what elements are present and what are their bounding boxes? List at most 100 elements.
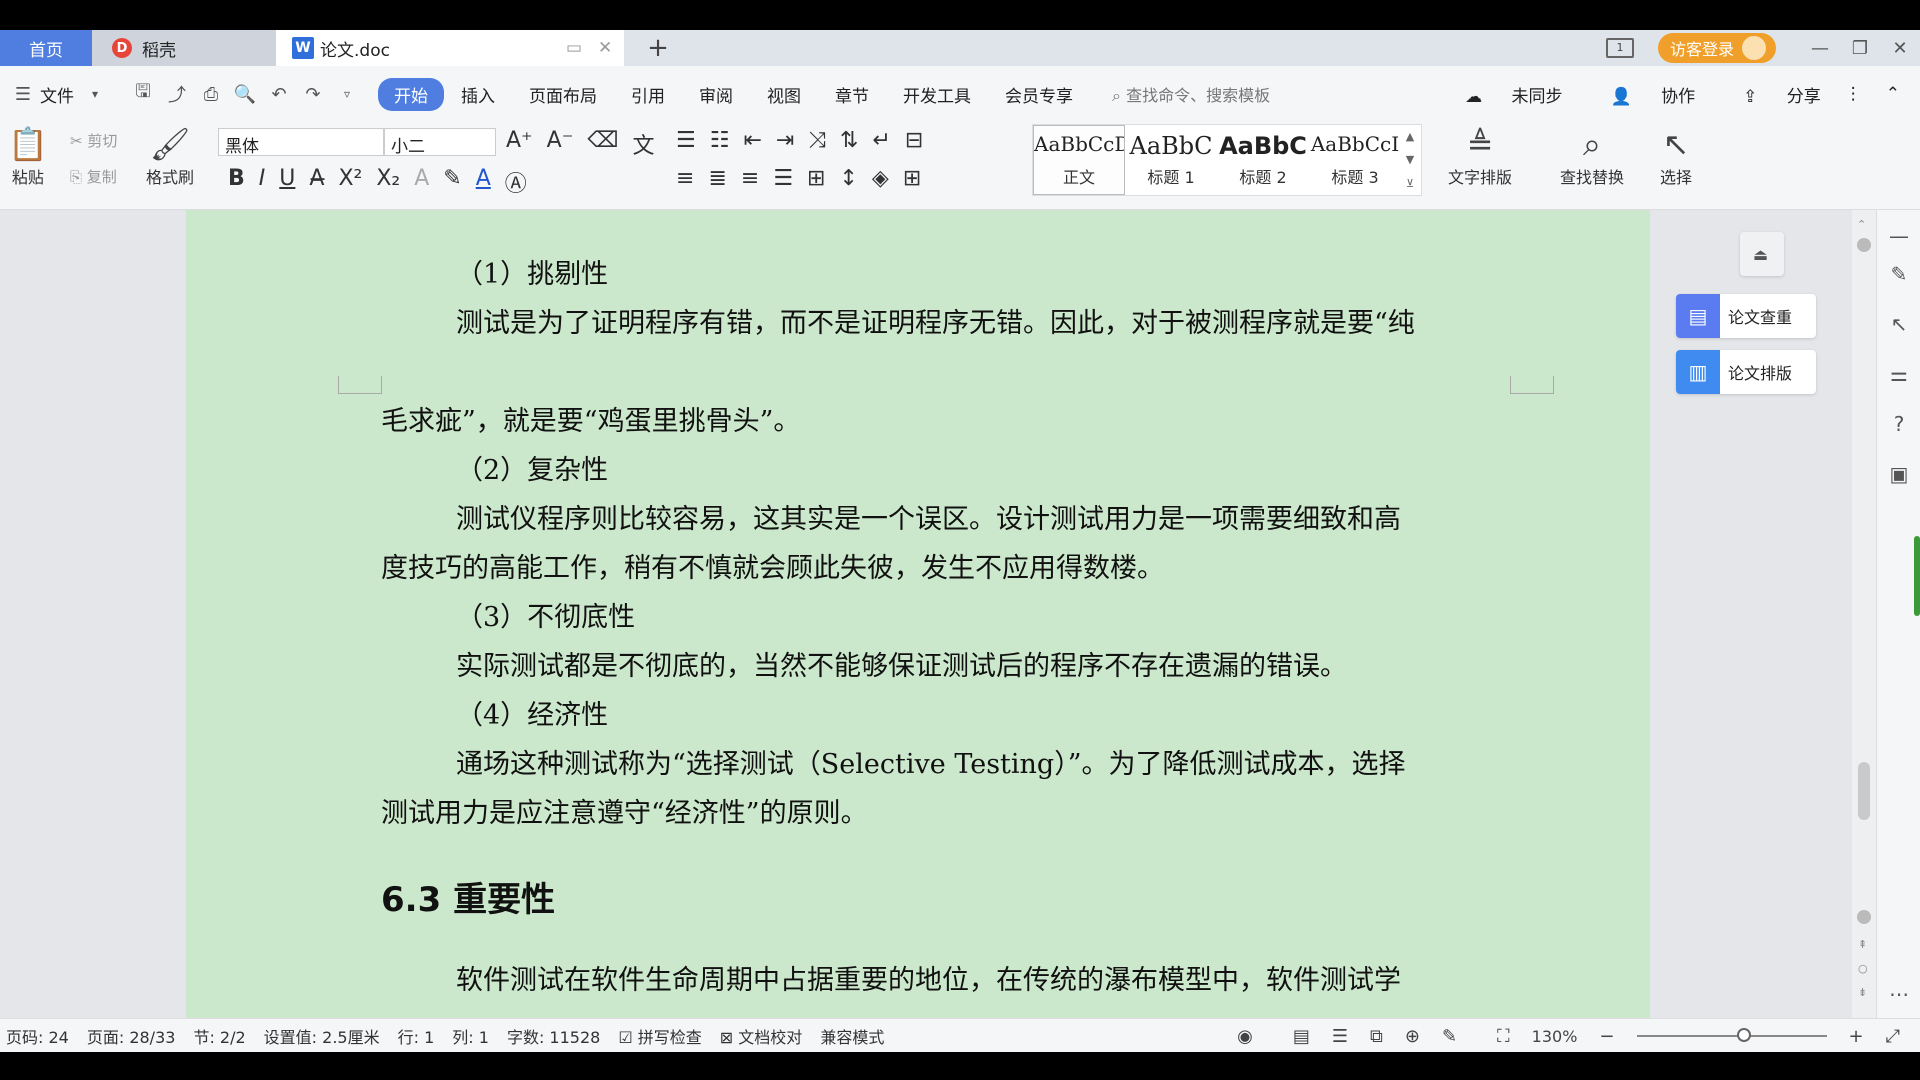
- font-size-select[interactable]: 小二: [384, 128, 496, 157]
- undo-icon[interactable]: ↶: [268, 83, 290, 105]
- print-icon[interactable]: ⎙: [200, 83, 222, 105]
- highlight-icon[interactable]: ✎: [443, 166, 461, 198]
- font-color-icon[interactable]: A: [476, 166, 491, 198]
- cut-button[interactable]: ✂ 剪切: [70, 130, 117, 151]
- close-window-icon[interactable]: ✕: [1880, 38, 1920, 59]
- italic-icon[interactable]: I: [259, 166, 266, 198]
- sliders-icon[interactable]: ⚌: [1887, 362, 1911, 386]
- expand-styles-icon[interactable]: ⊻: [1406, 177, 1414, 190]
- menu-developer[interactable]: 开发工具: [886, 82, 988, 107]
- tab-home[interactable]: 首页: [0, 30, 92, 66]
- menu-home[interactable]: 开始: [378, 77, 444, 111]
- vertical-scrollbar[interactable]: ⌃ ⇞ ○ ⇟: [1852, 210, 1876, 1018]
- status-page[interactable]: 页面: 28/33: [87, 1024, 176, 1048]
- align-center-icon[interactable]: ≣: [708, 166, 726, 191]
- write-view-icon[interactable]: ✎: [1442, 1026, 1457, 1047]
- edit-pen-icon[interactable]: ✎: [1887, 262, 1911, 286]
- more-horizontal-icon[interactable]: ⋯: [1887, 982, 1911, 1006]
- print-preview-icon[interactable]: 🔍: [234, 83, 256, 105]
- chevron-up-icon[interactable]: ▲: [1406, 130, 1414, 143]
- hamburger-menu-icon[interactable]: ☰: [12, 83, 34, 105]
- font-family-select[interactable]: 黑体: [218, 128, 384, 157]
- command-search-input[interactable]: ⌕ 查找命令、搜索模板: [1112, 82, 1270, 106]
- tab-document[interactable]: W 论文.doc ▭ ✕: [276, 30, 624, 66]
- tab-stops-icon[interactable]: ⊟: [905, 128, 923, 153]
- export-icon[interactable]: ⤴: [166, 83, 188, 106]
- increase-indent-icon[interactable]: ⇥: [776, 128, 794, 153]
- line-spacing-icon[interactable]: ↕: [839, 166, 857, 191]
- text-direction-icon[interactable]: ⤨: [808, 128, 826, 153]
- status-col[interactable]: 列: 1: [452, 1024, 489, 1048]
- chevron-down-icon[interactable]: ▼: [1406, 153, 1414, 166]
- borders-icon[interactable]: ⊞: [903, 166, 921, 191]
- style-heading-1[interactable]: AaBbC 标题 1: [1125, 125, 1217, 195]
- fit-page-icon[interactable]: ⛶: [1497, 1026, 1510, 1047]
- menu-references[interactable]: 引用: [614, 82, 682, 107]
- save-icon[interactable]: 🖫: [132, 81, 154, 105]
- next-page-icon[interactable]: ⇟: [1858, 986, 1867, 999]
- redo-icon[interactable]: ↷: [302, 83, 324, 105]
- read-view-icon[interactable]: ⧉: [1370, 1026, 1383, 1047]
- text-effect-icon[interactable]: A: [414, 166, 429, 198]
- scroll-up-icon[interactable]: ⌃: [1857, 218, 1866, 231]
- grow-font-icon[interactable]: A⁺: [506, 128, 533, 160]
- show-marks-icon[interactable]: ↵: [872, 128, 890, 153]
- strikethrough-icon[interactable]: A̶: [309, 166, 324, 198]
- subscript-icon[interactable]: X₂: [376, 166, 400, 198]
- menu-member[interactable]: 会员专享: [988, 82, 1090, 107]
- decrease-indent-icon[interactable]: ⇤: [743, 128, 761, 153]
- web-view-icon[interactable]: ⊕: [1405, 1026, 1420, 1047]
- status-page-num[interactable]: 页码: 24: [6, 1024, 69, 1048]
- customize-icon[interactable]: ▿: [336, 83, 358, 105]
- char-border-icon[interactable]: Ⓐ: [505, 166, 527, 198]
- minimize-icon[interactable]: —: [1800, 38, 1840, 59]
- underline-icon[interactable]: U: [279, 166, 295, 198]
- window-layout-icon[interactable]: 1: [1605, 38, 1634, 58]
- scroll-top-knob[interactable]: [1857, 238, 1871, 252]
- zoom-out-icon[interactable]: −: [1599, 1026, 1614, 1047]
- bold-icon[interactable]: B: [228, 166, 245, 198]
- paper-format-button[interactable]: ▥ 论文排版: [1676, 350, 1816, 394]
- menu-review[interactable]: 审阅: [682, 82, 750, 107]
- document-page[interactable]: （1）挑剔性 测试是为了证明程序有错，而不是证明程序无错。因此，对于被测程序就是…: [186, 210, 1650, 1018]
- guest-login-button[interactable]: 访客登录: [1657, 33, 1776, 63]
- paper-check-button[interactable]: ▤ 论文查重: [1676, 294, 1816, 338]
- collapse-ribbon-icon[interactable]: ⌃: [1886, 84, 1900, 104]
- menu-chapter[interactable]: 章节: [818, 82, 886, 107]
- panel-toggle-button[interactable]: ⏏: [1740, 232, 1784, 276]
- status-row[interactable]: 行: 1: [398, 1024, 435, 1048]
- menu-file[interactable]: 文件: [40, 82, 74, 107]
- zoom-knob[interactable]: [1736, 1028, 1751, 1042]
- new-tab-button[interactable]: +: [640, 30, 676, 66]
- clear-format-icon[interactable]: ⌫: [587, 128, 618, 160]
- close-tab-icon[interactable]: ✕: [598, 38, 612, 58]
- doc-proofread-button[interactable]: ⊠ 文档校对: [720, 1024, 803, 1048]
- distribute-icon[interactable]: ⊞: [807, 166, 825, 191]
- menu-view[interactable]: 视图: [750, 82, 818, 107]
- status-word-count[interactable]: 字数: 11528: [507, 1024, 600, 1048]
- menu-insert[interactable]: 插入: [444, 82, 512, 107]
- outline-view-icon[interactable]: ☰: [1332, 1026, 1348, 1047]
- phonetic-icon[interactable]: 文: [632, 128, 654, 160]
- scroll-bottom-knob[interactable]: [1857, 910, 1871, 924]
- unsync-button[interactable]: ☁ 未同步: [1441, 82, 1562, 107]
- fullscreen-icon[interactable]: ⤢: [1886, 1026, 1900, 1047]
- align-left-icon[interactable]: ≡: [676, 166, 694, 191]
- status-setting[interactable]: 设置值: 2.5厘米: [264, 1024, 380, 1048]
- style-heading-2[interactable]: AaBbC 标题 2: [1217, 125, 1309, 195]
- style-heading-3[interactable]: AaBbCcI 标题 3: [1309, 125, 1401, 195]
- prev-page-icon[interactable]: ⇞: [1858, 938, 1867, 951]
- menu-page-layout[interactable]: 页面布局: [512, 82, 614, 107]
- scroll-thumb[interactable]: [1858, 762, 1870, 820]
- sort-icon[interactable]: ⇅: [840, 128, 858, 153]
- browse-object-icon[interactable]: ○: [1858, 962, 1868, 975]
- copy-button[interactable]: ⎘ 复制: [70, 166, 117, 187]
- superscript-icon[interactable]: X²: [338, 166, 362, 198]
- page-view-icon[interactable]: ▤: [1293, 1026, 1310, 1047]
- style-normal[interactable]: AaBbCcDd 正文: [1033, 125, 1125, 195]
- collab-button[interactable]: 👤 协作: [1587, 82, 1696, 107]
- more-icon[interactable]: ⋮: [1845, 84, 1862, 104]
- align-right-icon[interactable]: ≡: [741, 166, 759, 191]
- shading-icon[interactable]: ◈: [872, 166, 889, 191]
- numbered-list-icon[interactable]: ☷: [710, 128, 730, 153]
